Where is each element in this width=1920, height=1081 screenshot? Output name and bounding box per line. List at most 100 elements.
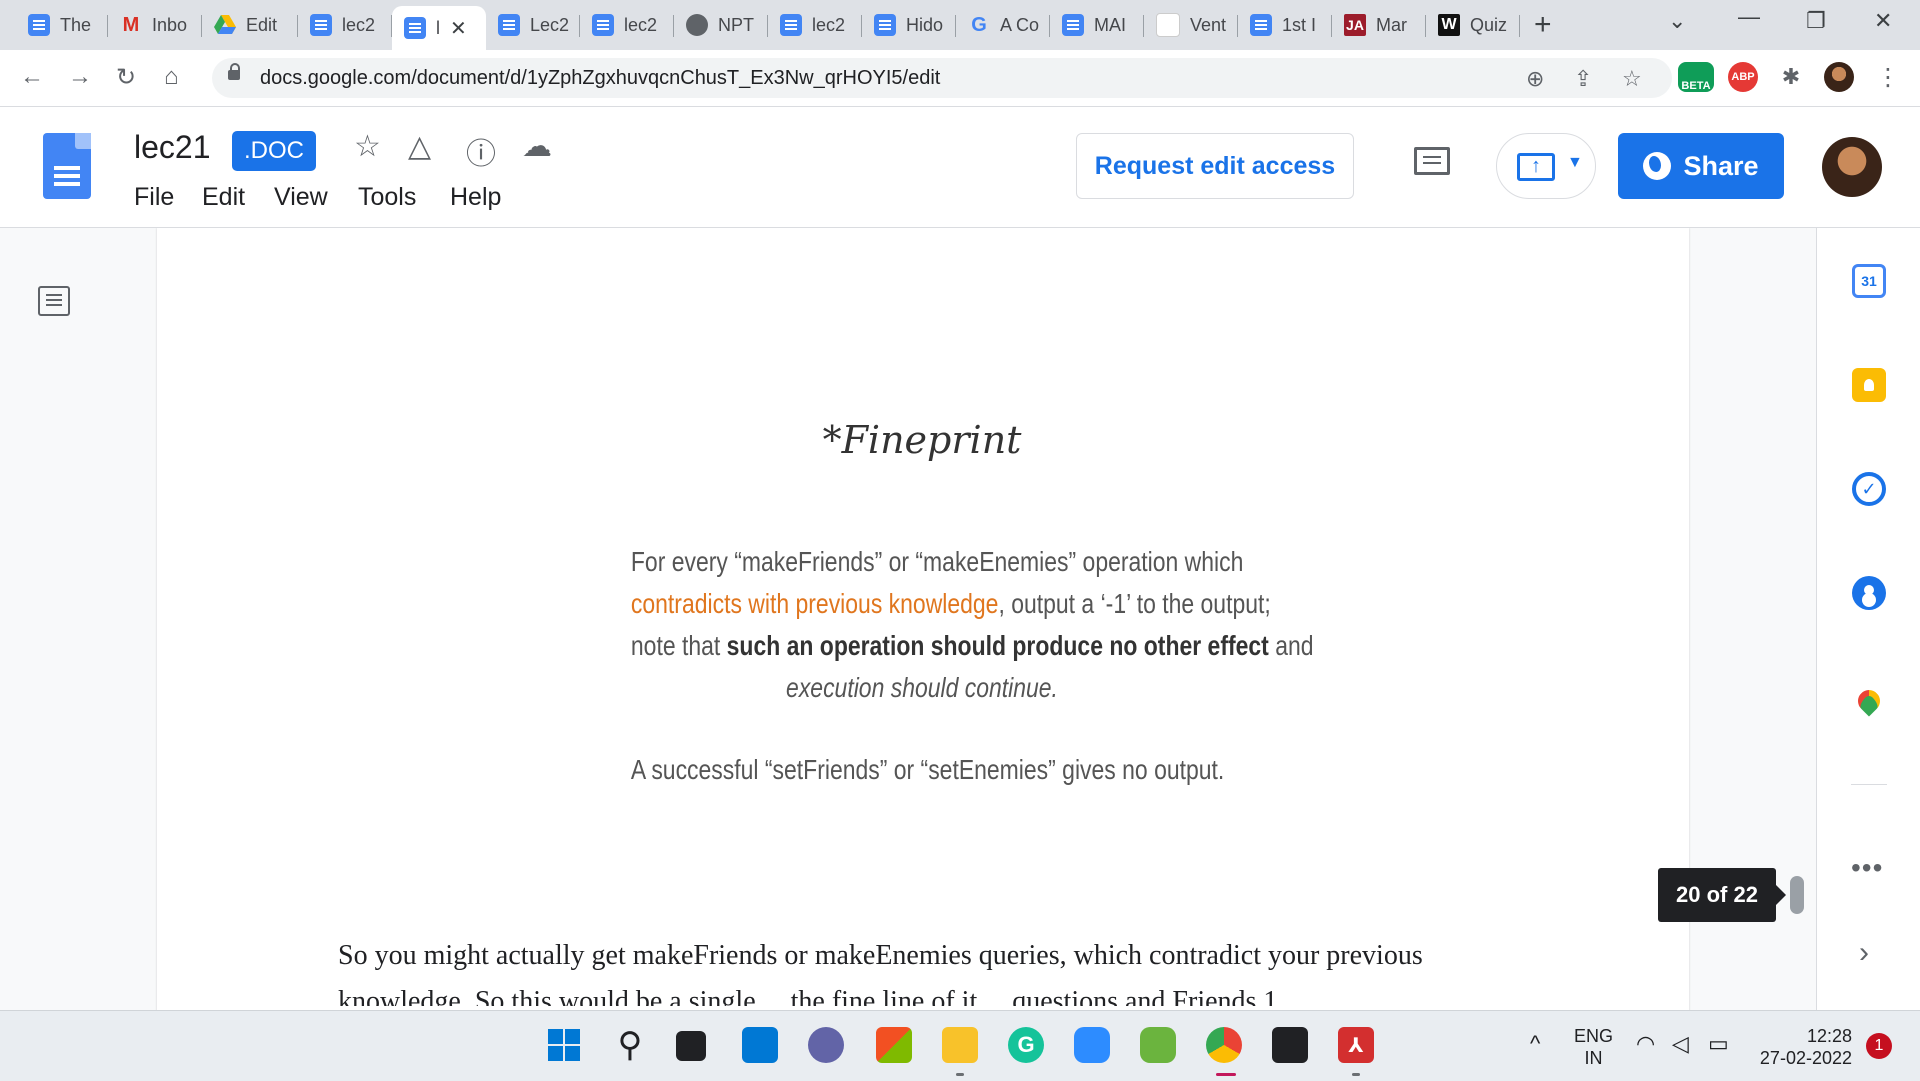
teams-chat-icon[interactable] (808, 1027, 844, 1063)
close-tab-icon[interactable]: ✕ (450, 16, 467, 41)
browser-tab[interactable]: W Quiz (1426, 6, 1520, 44)
grammarly-icon[interactable]: G (1008, 1027, 1044, 1063)
language-indicator[interactable]: ENG IN (1574, 1025, 1613, 1069)
browser-tab[interactable]: JA Mar (1332, 6, 1426, 44)
browser-tab[interactable]: M Inbo (108, 6, 202, 44)
browser-tab[interactable]: Vent (1144, 6, 1238, 44)
battery-icon[interactable]: ▭ (1708, 1031, 1729, 1057)
widgets-icon[interactable] (742, 1027, 778, 1063)
browser-tab[interactable]: Edit (202, 6, 298, 44)
tray-chevron-up-icon[interactable]: ^ (1530, 1031, 1540, 1057)
browser-tab[interactable]: lec2 (768, 6, 862, 44)
notes-app-icon[interactable] (1140, 1027, 1176, 1063)
url-text[interactable]: docs.google.com/document/d/1yZphZgxhuvqc… (260, 67, 940, 90)
move-to-drive-icon[interactable]: △ (408, 129, 431, 164)
account-avatar[interactable] (1822, 137, 1882, 197)
globe-icon (686, 14, 708, 36)
request-edit-access-button[interactable]: Request edit access (1076, 133, 1354, 199)
embedded-slide-image[interactable]: *Fineprint For every “makeFriends” or “m… (567, 368, 1313, 788)
tab-label: Edit (246, 14, 278, 35)
share-page-icon[interactable]: ⇪ (1574, 66, 1592, 92)
windows-start-icon[interactable] (546, 1027, 582, 1063)
browser-menu-icon[interactable]: ⋮ (1876, 63, 1900, 92)
menu-view[interactable]: View (274, 183, 328, 212)
star-icon[interactable]: ☆ (354, 129, 381, 164)
info-icon[interactable]: ⓘ (466, 129, 496, 173)
volume-icon[interactable]: ◁ (1672, 1031, 1689, 1057)
profile-avatar[interactable] (1824, 62, 1854, 92)
acrobat-icon[interactable]: ⅄ (1338, 1027, 1374, 1063)
docs-icon (780, 14, 802, 36)
sticky-notes-icon[interactable] (1272, 1027, 1308, 1063)
adblock-icon[interactable]: ABP (1728, 62, 1758, 92)
search-icon[interactable]: ⚲ (612, 1026, 648, 1064)
caret-down-icon[interactable]: ▼ (1567, 154, 1583, 172)
scrollbar-thumb[interactable] (1790, 876, 1804, 914)
forward-arrow-icon[interactable]: → (68, 63, 92, 91)
keep-icon[interactable] (1852, 368, 1886, 402)
docs-logo-icon[interactable] (43, 133, 91, 199)
tab-label: lec2 (624, 14, 658, 35)
tab-label: The (60, 14, 92, 35)
browser-tab[interactable]: Lec2 (486, 6, 580, 44)
zoom-icon[interactable]: ⊕ (1526, 66, 1544, 92)
file-explorer-icon[interactable] (942, 1027, 978, 1063)
browser-tab[interactable]: 1st I (1238, 6, 1332, 44)
beta-extension-icon[interactable]: BETA (1678, 62, 1714, 92)
present-button[interactable]: ↑ ▼ (1496, 133, 1596, 199)
address-bar[interactable]: docs.google.com/document/d/1yZphZgxhuvqc… (212, 58, 1672, 98)
browser-tab[interactable]: lec2 (298, 6, 392, 44)
abp-label: ABP (1731, 71, 1755, 83)
browser-tab[interactable]: Hido (862, 6, 956, 44)
browser-tab[interactable]: G A Co (956, 6, 1050, 44)
docs-icon (592, 14, 614, 36)
restore-icon[interactable]: ❐ (1806, 8, 1826, 34)
cloud-status-icon[interactable]: ☁ (522, 129, 552, 164)
menu-file[interactable]: File (134, 183, 174, 212)
reload-icon[interactable]: ↻ (116, 63, 136, 92)
maps-icon[interactable] (1852, 684, 1886, 718)
extensions-puzzle-icon[interactable]: ✱ (1776, 62, 1806, 92)
wifi-icon[interactable]: ◠ (1636, 1031, 1655, 1057)
document-title[interactable]: lec21 (134, 129, 211, 166)
calendar-icon[interactable]: 31 (1852, 264, 1886, 298)
gmail-icon: M (122, 13, 140, 36)
zoom-app-icon[interactable] (1074, 1027, 1110, 1063)
chevron-right-icon[interactable]: › (1859, 936, 1869, 970)
bookmark-star-icon[interactable]: ☆ (1622, 66, 1642, 92)
home-icon[interactable]: ⌂ (164, 63, 179, 91)
slide-text-line-5: A successful “setFriends” or “setEnemies… (630, 754, 1225, 785)
share-button[interactable]: Share (1618, 133, 1784, 199)
more-dots-icon[interactable]: ••• (1851, 852, 1883, 884)
notification-badge[interactable]: 1 (1866, 1033, 1892, 1059)
menu-help[interactable]: Help (450, 183, 501, 212)
document-outline-icon[interactable] (38, 286, 70, 316)
body-paragraph[interactable]: So you might actually get makeFriends or… (338, 940, 1423, 972)
tab-search-chevron-icon[interactable]: ⌄ (1668, 8, 1686, 34)
clock[interactable]: 12:28 27-02-2022 (1752, 1025, 1852, 1069)
lock-icon[interactable] (228, 63, 240, 80)
menu-tools[interactable]: Tools (358, 183, 416, 212)
comment-history-icon[interactable] (1414, 147, 1450, 175)
body-paragraph-cutoff[interactable]: knowledge. So this would be a single …th… (338, 986, 1312, 1006)
close-window-icon[interactable]: ✕ (1874, 8, 1892, 34)
contacts-icon[interactable] (1852, 576, 1886, 610)
chrome-icon[interactable] (1206, 1027, 1242, 1063)
browser-tab[interactable]: The (16, 6, 108, 44)
tab-label: NPT (718, 14, 754, 35)
drive-icon (214, 14, 236, 36)
browser-tab-active[interactable]: l ✕ (392, 6, 486, 50)
browser-tab[interactable]: NPT (674, 6, 768, 44)
new-tab-icon[interactable]: + (1534, 8, 1552, 42)
side-panel: 31 ✓ ••• › (1816, 228, 1920, 1010)
task-view-icon[interactable] (676, 1031, 706, 1061)
back-arrow-icon[interactable]: ← (20, 63, 44, 91)
browser-tab[interactable]: lec2 (580, 6, 674, 44)
minimize-icon[interactable]: — (1738, 4, 1760, 30)
blank-page-icon (1156, 13, 1180, 37)
document-page[interactable]: *Fineprint For every “makeFriends” or “m… (157, 228, 1689, 1010)
browser-tab[interactable]: MAI (1050, 6, 1144, 44)
menu-edit[interactable]: Edit (202, 183, 245, 212)
microsoft-store-icon[interactable] (876, 1027, 912, 1063)
tasks-icon[interactable]: ✓ (1852, 472, 1886, 506)
